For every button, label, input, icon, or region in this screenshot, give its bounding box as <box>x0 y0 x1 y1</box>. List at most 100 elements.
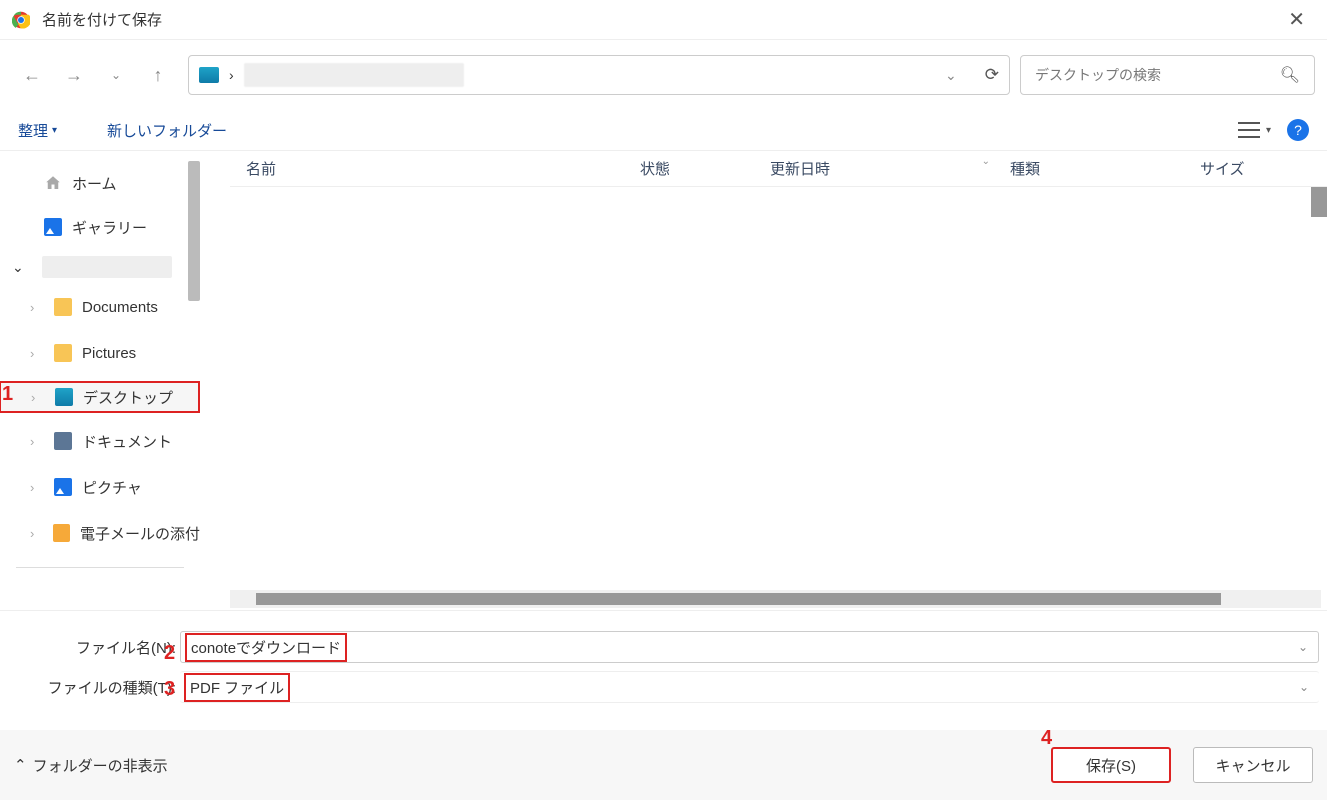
file-horizontal-scrollbar[interactable] <box>230 590 1321 608</box>
sidebar: ホーム ギャラリー ⌄ › Documents › Pictures › デスク… <box>0 151 200 610</box>
new-folder-label: 新しいフォルダー <box>107 120 227 141</box>
file-vertical-scrollbar[interactable] <box>1311 187 1327 217</box>
sidebar-item-desktop[interactable]: › デスクトップ <box>0 381 200 413</box>
window-title: 名前を付けて保存 <box>42 9 162 30</box>
header-size[interactable]: サイズ <box>1200 158 1265 179</box>
location-path-blurred <box>244 63 464 87</box>
toolbar-row: 整理 ▾ 新しいフォルダー ▾ ? <box>0 110 1327 150</box>
chevron-right-icon: › <box>30 526 43 541</box>
chrome-icon <box>12 11 30 29</box>
back-button[interactable]: ← <box>12 55 52 95</box>
form-area: ファイル名(N): conoteでダウンロード ⌄ ファイルの種類(T): PD… <box>0 611 1327 703</box>
sidebar-label: 電子メールの添付 <box>80 523 200 544</box>
header-date[interactable]: 更新日時 ⌄ <box>770 158 1010 179</box>
sidebar-scrollbar[interactable] <box>188 161 200 301</box>
chevron-right-icon: › <box>31 390 45 405</box>
sidebar-gallery[interactable]: ギャラリー <box>0 211 200 243</box>
home-icon <box>44 174 62 192</box>
filename-row: ファイル名(N): conoteでダウンロード ⌄ <box>8 631 1319 663</box>
annotation-marker-2: 2 <box>164 642 175 665</box>
dropdown-caret-icon[interactable]: ⌄ <box>1299 680 1309 694</box>
chevron-down-icon[interactable]: ⌄ <box>945 67 957 84</box>
caret-down-icon: ▾ <box>52 125 57 136</box>
search-icon: 🔍︎ <box>1280 65 1300 85</box>
filetype-value: PDF ファイル <box>190 680 284 697</box>
refresh-icon[interactable]: ⟳ <box>985 65 999 85</box>
recent-dropdown[interactable]: ⌄ <box>96 55 136 95</box>
header-status[interactable]: 状態 <box>640 158 770 179</box>
footer: ⌃ フォルダーの非表示 保存(S) キャンセル <box>0 730 1327 800</box>
scrollbar-thumb[interactable] <box>256 593 1221 605</box>
chevron-right-icon: › <box>30 300 44 315</box>
list-view-icon <box>1238 119 1260 141</box>
file-pane: 名前 状態 更新日時 ⌄ 種類 サイズ <box>200 151 1327 610</box>
filetype-select[interactable]: PDF ファイル ⌄ <box>180 671 1319 703</box>
hide-folders-toggle[interactable]: ⌃ フォルダーの非表示 <box>14 755 168 776</box>
sidebar-label: Documents <box>82 299 158 316</box>
sidebar-item-email-attachments[interactable]: › 電子メールの添付 <box>0 517 200 549</box>
column-headers: 名前 状態 更新日時 ⌄ 種類 サイズ <box>230 151 1327 187</box>
sidebar-home[interactable]: ホーム <box>0 167 200 199</box>
hide-folders-label: フォルダーの非表示 <box>33 755 168 776</box>
sidebar-item-documents-jp[interactable]: › ドキュメント <box>0 425 200 457</box>
chevron-right-icon: › <box>30 346 44 361</box>
filename-value: conoteでダウンロード <box>191 640 341 657</box>
help-button[interactable]: ? <box>1287 119 1309 141</box>
sidebar-item-blurred <box>42 256 172 278</box>
sidebar-label: ホーム <box>72 173 117 194</box>
sidebar-label: デスクトップ <box>83 387 173 408</box>
filename-label: ファイル名(N): <box>8 637 180 658</box>
folder-icon <box>54 298 72 316</box>
cancel-button[interactable]: キャンセル <box>1193 747 1313 783</box>
chevron-right-icon: › <box>30 434 44 449</box>
close-button[interactable]: ✕ <box>1278 3 1315 36</box>
filename-highlight: conoteでダウンロード <box>185 633 347 662</box>
gallery-icon <box>44 218 62 236</box>
organize-dropdown[interactable]: 整理 ▾ <box>18 120 57 141</box>
desktop-location-icon <box>199 67 219 83</box>
search-placeholder: デスクトップの検索 <box>1035 65 1161 85</box>
picture-icon <box>54 478 72 496</box>
view-mode-button[interactable]: ▾ <box>1238 119 1271 141</box>
dropdown-caret-icon[interactable]: ⌄ <box>1298 640 1308 654</box>
sidebar-label: ドキュメント <box>82 431 172 452</box>
chevron-up-icon: ⌃ <box>14 756 27 774</box>
header-label: 更新日時 <box>770 161 830 178</box>
sidebar-label: Pictures <box>82 345 136 362</box>
header-type[interactable]: 種類 <box>1010 158 1200 179</box>
sidebar-label: ピクチャ <box>82 477 142 498</box>
desktop-icon <box>55 388 73 406</box>
folder-icon <box>53 524 70 542</box>
chevron-right-icon: › <box>30 480 44 495</box>
header-name[interactable]: 名前 <box>230 158 640 179</box>
folder-icon <box>54 344 72 362</box>
document-icon <box>54 432 72 450</box>
filetype-highlight: PDF ファイル <box>184 673 290 702</box>
sidebar-item-pictures[interactable]: › Pictures <box>0 337 200 369</box>
save-button[interactable]: 保存(S) <box>1051 747 1171 783</box>
filetype-label: ファイルの種類(T): <box>8 677 180 698</box>
new-folder-button[interactable]: 新しいフォルダー <box>107 120 227 141</box>
location-bar[interactable]: › ⌄ ⟳ <box>188 55 1010 95</box>
sort-caret-icon: ⌄ <box>982 156 990 167</box>
sidebar-label: ギャラリー <box>72 217 147 238</box>
sidebar-item-pictures-jp[interactable]: › ピクチャ <box>0 471 200 503</box>
breadcrumb-sep: › <box>229 67 234 83</box>
sidebar-item-documents[interactable]: › Documents <box>0 291 200 323</box>
sidebar-divider <box>16 567 184 568</box>
sidebar-collapsed-item[interactable]: ⌄ <box>0 247 200 287</box>
main-content: ホーム ギャラリー ⌄ › Documents › Pictures › デスク… <box>0 150 1327 611</box>
title-bar: 名前を付けて保存 ✕ <box>0 0 1327 40</box>
caret-down-icon: ▾ <box>1266 125 1271 136</box>
filename-input[interactable]: conoteでダウンロード ⌄ <box>180 631 1319 663</box>
chevron-down-icon: ⌄ <box>12 259 24 276</box>
nav-row: ← → ⌄ ↑ › ⌄ ⟳ デスクトップの検索 🔍︎ <box>0 40 1327 110</box>
up-button[interactable]: ↑ <box>138 55 178 95</box>
annotation-marker-4: 4 <box>1041 727 1052 750</box>
filetype-row: ファイルの種類(T): PDF ファイル ⌄ <box>8 671 1319 703</box>
forward-button[interactable]: → <box>54 55 94 95</box>
search-box[interactable]: デスクトップの検索 🔍︎ <box>1020 55 1315 95</box>
annotation-marker-3: 3 <box>164 678 175 701</box>
organize-label: 整理 <box>18 120 48 141</box>
annotation-marker-1: 1 <box>2 383 13 406</box>
